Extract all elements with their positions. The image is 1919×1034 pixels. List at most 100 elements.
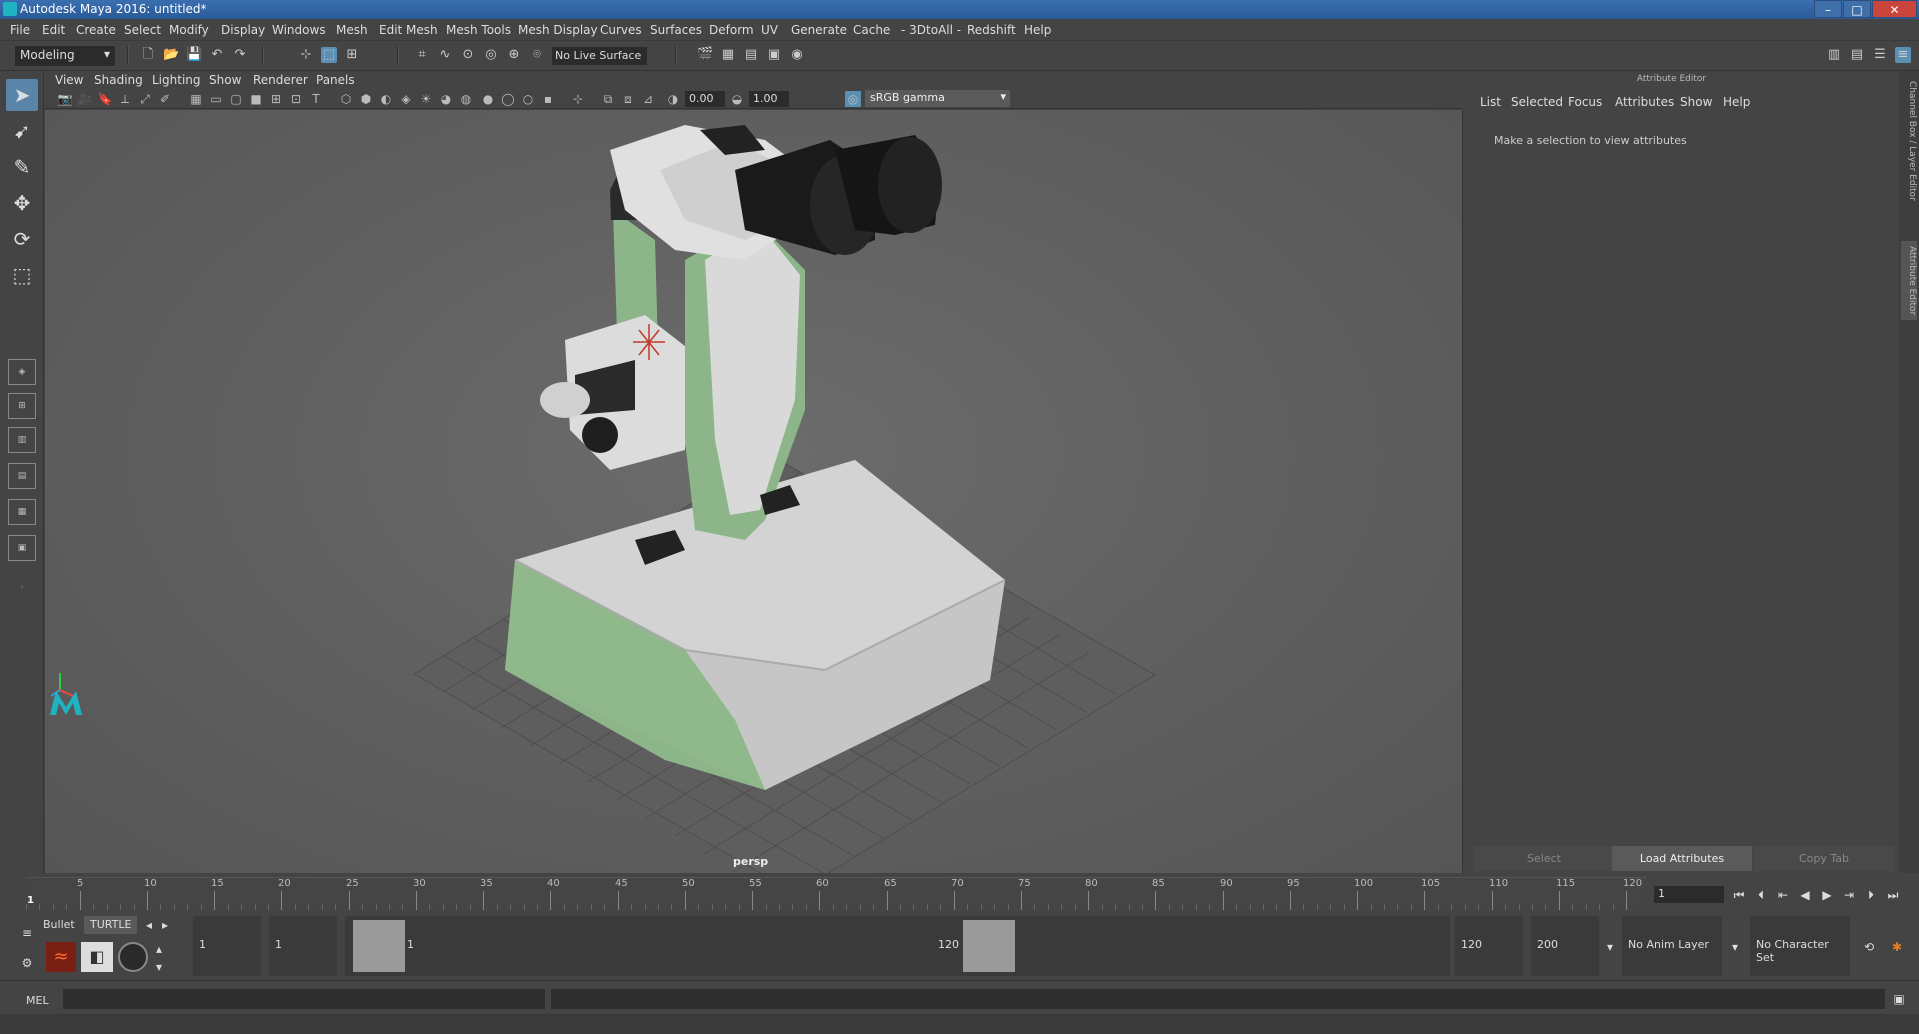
grease-pencil-icon[interactable]: ✐ [157, 91, 173, 107]
mel-input[interactable] [63, 989, 545, 1009]
snap-grid-icon[interactable]: ⌗ [414, 47, 430, 63]
menu-cache[interactable]: Cache [853, 23, 890, 37]
shelf-tab-turtle[interactable]: TURTLE [84, 916, 138, 934]
play-forward-icon[interactable]: ▶ [1818, 886, 1836, 904]
xray-components-icon[interactable]: ⧈ [620, 91, 636, 107]
gate-mask-icon[interactable]: ■ [248, 91, 264, 107]
turtle-bake-shelf-icon[interactable]: ◧ [81, 942, 113, 972]
new-scene-icon[interactable]: 🗋 [140, 47, 156, 63]
menu-edit[interactable]: Edit [42, 23, 65, 37]
auto-key-icon[interactable]: ⟲ [1860, 938, 1878, 956]
perspective-viewport[interactable]: persp [45, 110, 1463, 873]
ae-select-button[interactable]: Select [1474, 846, 1614, 871]
minimize-button[interactable]: – [1814, 0, 1842, 18]
render-current-icon[interactable]: ▦ [720, 47, 736, 63]
shelf-up-icon[interactable]: ▴ [150, 940, 168, 958]
range-start-handle[interactable] [353, 920, 405, 972]
step-back-key-icon[interactable]: ⇤ [1774, 886, 1792, 904]
animation-end-field[interactable]: 200 [1531, 916, 1599, 976]
shelf-down-icon[interactable]: ▾ [150, 958, 168, 976]
chevron-down-icon[interactable]: ▾ [1601, 938, 1619, 956]
ae-menu-show[interactable]: Show [1680, 95, 1712, 109]
shadows-icon[interactable]: ◕ [438, 91, 454, 107]
single-perspective-layout-icon[interactable]: ◈ [8, 359, 36, 385]
persp-graph-layout-icon[interactable]: ▤ [8, 463, 36, 489]
backface-icon[interactable]: ⊿ [640, 91, 656, 107]
channel-box-tab[interactable]: Channel Box / Layer Editor [1901, 81, 1917, 201]
hypershade-icon[interactable]: ◉ [789, 47, 805, 63]
move-tool-icon[interactable]: ✥ [6, 187, 38, 219]
layout-menu-icon[interactable]: · [8, 576, 36, 602]
go-to-start-icon[interactable]: ⏮ [1730, 886, 1748, 904]
panel-menu-view[interactable]: View [55, 73, 83, 87]
panel-menu-shading[interactable]: Shading [94, 73, 143, 87]
step-forward-frame-icon[interactable]: ⏵ [1862, 886, 1880, 904]
workspace-icon[interactable]: ▥ [1826, 47, 1842, 63]
ipr-render-icon[interactable]: ▤ [743, 47, 759, 63]
four-view-layout-icon[interactable]: ⊞ [8, 393, 36, 419]
script-editor-icon[interactable]: ▣ [1890, 990, 1908, 1008]
save-scene-icon[interactable]: 💾 [186, 47, 202, 63]
lasso-tool-icon[interactable]: ➹ [6, 115, 38, 147]
ambient-occlusion-icon[interactable]: ◍ [458, 91, 474, 107]
menu-display[interactable]: Display [221, 23, 265, 37]
menu-mesh-display[interactable]: Mesh Display [518, 23, 598, 37]
step-back-frame-icon[interactable]: ⏴ [1752, 886, 1770, 904]
menu-curves[interactable]: Curves [600, 23, 642, 37]
current-frame-field[interactable]: 1 [1654, 886, 1724, 903]
camera-attributes-icon[interactable]: 🎥 [77, 91, 93, 107]
motion-blur-icon[interactable]: ● [480, 91, 496, 107]
time-ruler[interactable]: 1 5 10 15 20 25 30 35 40 45 50 55 60 65 70 75 80 85 90 95 1… [26, 877, 1646, 910]
menu-select[interactable]: Select [124, 23, 161, 37]
scale-tool-icon[interactable]: ⬚ [6, 259, 38, 291]
ae-menu-help[interactable]: Help [1723, 95, 1750, 109]
hypershade-layout-icon[interactable]: ▣ [8, 535, 36, 561]
snap-surface-icon[interactable]: ⊕ [506, 47, 522, 63]
safe-title-icon[interactable]: T [308, 91, 324, 107]
make-live-icon[interactable]: ⌾ [529, 47, 545, 63]
menu-edit-mesh[interactable]: Edit Mesh [379, 23, 438, 37]
xray-joints-icon[interactable]: ⧉ [600, 91, 616, 107]
ae-menu-selected[interactable]: Selected [1511, 95, 1563, 109]
isolate-select-icon[interactable]: ▪ [540, 91, 556, 107]
select-hierarchy-icon[interactable]: ⊹ [298, 47, 314, 63]
playback-start-field[interactable]: 1 [269, 916, 337, 976]
redo-icon[interactable]: ↷ [232, 47, 248, 63]
panel-menu-panels[interactable]: Panels [316, 73, 355, 87]
ae-menu-attributes[interactable]: Attributes [1615, 95, 1674, 109]
ae-menu-list[interactable]: List [1480, 95, 1501, 109]
attribute-editor-tab[interactable]: Attribute Editor [1901, 241, 1917, 321]
color-management-icon[interactable]: ◎ [845, 91, 861, 107]
menu-modify[interactable]: Modify [169, 23, 209, 37]
wireframe-icon[interactable]: ⬡ [338, 91, 354, 107]
menu-3dtoall[interactable]: - 3DtoAll - [901, 23, 961, 37]
menu-generate[interactable]: Generate [791, 23, 847, 37]
snap-view-icon[interactable]: ◎ [483, 47, 499, 63]
menu-set-dropdown[interactable]: Modeling ▾ [15, 46, 115, 66]
shelf-scroll-right-icon[interactable]: ▸ [156, 916, 174, 934]
panel-menu-lighting[interactable]: Lighting [152, 73, 201, 87]
view-transform-dropdown[interactable]: sRGB gamma ▾ [865, 90, 1010, 107]
command-language-label[interactable]: MEL [26, 994, 49, 1007]
panel-menu-renderer[interactable]: Renderer [253, 73, 308, 87]
character-set-dropdown[interactable]: No Character Set [1750, 916, 1850, 976]
ae-menu-focus[interactable]: Focus [1568, 95, 1602, 109]
snap-curve-icon[interactable]: ∿ [437, 47, 453, 63]
range-end-handle[interactable] [963, 920, 1015, 972]
open-scene-icon[interactable]: 📂 [163, 47, 179, 63]
menu-mesh[interactable]: Mesh [336, 23, 368, 37]
toggle-outliner-icon[interactable]: ☰ [1872, 47, 1888, 63]
camera-icon[interactable]: 📷 [57, 91, 73, 107]
gamma-icon[interactable]: ◒ [729, 91, 745, 107]
smooth-shade-icon[interactable]: ⬢ [358, 91, 374, 107]
xray-icon[interactable]: ⊹ [570, 91, 586, 107]
menu-windows[interactable]: Windows [272, 23, 326, 37]
bullet-shelf-item-icon[interactable]: ≈ [46, 942, 76, 972]
outliner-layout-icon[interactable]: ▦ [8, 499, 36, 525]
bookmark-icon[interactable]: 🔖 [97, 91, 113, 107]
select-object-icon[interactable]: ⬚ [321, 47, 337, 63]
rotate-tool-icon[interactable]: ⟳ [6, 223, 38, 255]
select-tool-icon[interactable]: ➤ [6, 79, 38, 111]
time-slider[interactable]: 1 5 10 15 20 25 30 35 40 45 50 55 60 65 70 75 80 85 90 95 1… [0, 874, 1919, 912]
grid-icon[interactable]: ▦ [188, 91, 204, 107]
